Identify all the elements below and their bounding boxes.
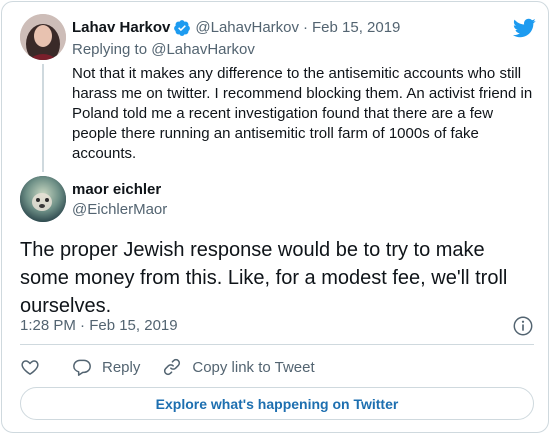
parent-tweet-text: Not that it makes any difference to the … <box>72 65 533 162</box>
thread-connector-line <box>42 64 44 172</box>
tweet-actions-bar: Reply Copy link to Tweet <box>20 356 315 378</box>
main-tweet-text: The proper Jewish response would be to t… <box>20 239 508 317</box>
info-icon[interactable] <box>512 315 534 337</box>
tweet-embed-card: Lahav Harkov @LahavHarkov · Feb 15, 2019… <box>1 1 549 433</box>
reply-label: Reply <box>102 358 141 376</box>
tweet-timestamp[interactable]: 1:28 PM · Feb 15, 2019 <box>20 316 178 336</box>
header-separator: · <box>303 19 308 36</box>
main-author-handle[interactable]: @EichlerMaor <box>72 200 167 220</box>
reply-button[interactable]: Reply <box>72 357 140 377</box>
lahav-harkov-avatar[interactable] <box>20 14 66 60</box>
maor-eichler-avatar[interactable] <box>20 176 66 222</box>
replying-prefix: Replying to <box>72 41 148 58</box>
parent-author-name[interactable]: Lahav Harkov <box>72 18 170 38</box>
main-author-name[interactable]: maor eichler <box>72 180 161 200</box>
parent-tweet-header: Lahav Harkov @LahavHarkov · Feb 15, 2019 <box>72 18 400 38</box>
parent-tweet-date[interactable]: Feb 15, 2019 <box>312 18 400 38</box>
copy-link-label: Copy link to Tweet <box>192 358 315 376</box>
verified-badge-icon <box>174 20 191 36</box>
link-icon <box>164 358 181 376</box>
copy-link-button[interactable]: Copy link to Tweet <box>162 357 315 377</box>
replying-to-mention[interactable]: @LahavHarkov <box>151 41 255 58</box>
heart-icon <box>21 360 39 375</box>
like-button[interactable] <box>20 357 40 377</box>
replying-to-line: Replying to @LahavHarkov <box>72 40 255 60</box>
reply-icon <box>73 359 91 376</box>
actions-divider <box>20 344 534 345</box>
explore-twitter-button[interactable]: Explore what's happening on Twitter <box>20 387 534 420</box>
twitter-bird-icon[interactable] <box>512 16 536 40</box>
parent-author-handle[interactable]: @LahavHarkov <box>195 18 299 38</box>
